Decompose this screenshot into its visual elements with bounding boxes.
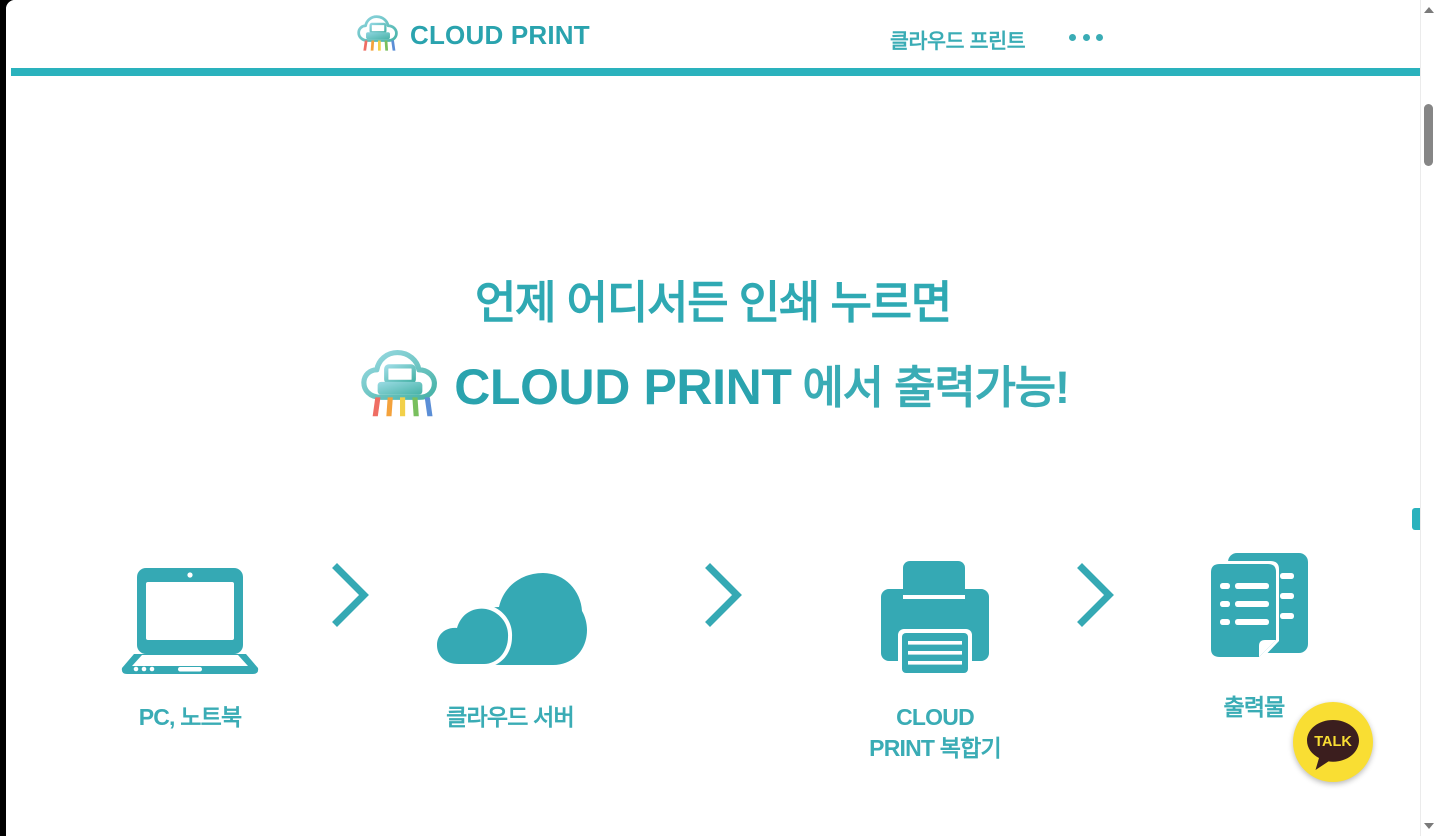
flow-step-label: CLOUD PRINT 복합기: [835, 702, 1035, 764]
kakaotalk-label: TALK: [1314, 734, 1352, 750]
page-content: CLOUD PRINT 클라우드 프린트 언제 어디서든 인쇄 누르면 CLOU…: [6, 0, 1420, 836]
laptop-icon: [121, 568, 259, 674]
more-dot: [1069, 33, 1076, 41]
flow-step-art: [90, 556, 290, 684]
scrollbar-thumb[interactable]: [1424, 104, 1433, 166]
flow-step-art: [835, 556, 1035, 684]
flow-step-label: 클라우드 서버: [446, 704, 575, 730]
site-header: CLOUD PRINT 클라우드 프린트: [6, 0, 1420, 68]
documents-icon: [1208, 553, 1308, 661]
headline-brand: CLOUD PRINT: [454, 359, 792, 415]
side-tab-stub[interactable]: [1412, 508, 1420, 530]
site-logo[interactable]: CLOUD PRINT: [355, 12, 590, 58]
kakaotalk-chat-button[interactable]: TALK: [1293, 702, 1373, 782]
chevron-right-icon: [1077, 563, 1114, 627]
flow-step-label: PC, 노트북: [138, 704, 242, 730]
flow-step-pc: PC, 노트북: [90, 556, 290, 733]
chevron-right-icon: [705, 563, 742, 627]
cloud-printer-logo-icon: [361, 350, 438, 417]
headline-line-2-suffix: 에서 출력가능!: [802, 361, 1069, 413]
hero-section: 언제 어디서든 인쇄 누르면 CLOUD PRINT 에서 출력가능! PC, …: [6, 76, 1420, 836]
kakaotalk-icon: TALK: [1307, 720, 1359, 770]
more-menu-icon[interactable]: [1069, 28, 1103, 46]
cloud-icon: [433, 573, 587, 667]
nav-item-cloud-print[interactable]: 클라우드 프린트: [890, 24, 1026, 54]
scroll-up-arrow-icon[interactable]: [1424, 7, 1434, 13]
chevron-right-icon: [332, 563, 369, 627]
logo-wordmark: CLOUD PRINT: [410, 19, 590, 50]
more-dot: [1096, 33, 1103, 41]
flow-step-label-line-1: CLOUD: [896, 704, 975, 730]
header-accent-bar: [11, 68, 1420, 76]
headline-line-1: 언제 어디서든 인쇄 누르면: [474, 277, 952, 328]
hero-headline: 언제 어디서든 인쇄 누르면 CLOUD PRINT 에서 출력가능!: [6, 280, 1420, 430]
flow-step-art: [410, 556, 610, 684]
browser-viewport: CLOUD PRINT 클라우드 프린트 언제 어디서든 인쇄 누르면 CLOU…: [0, 0, 1436, 836]
flow-step-label-line-2: PRINT 복합기: [869, 735, 1001, 762]
flow-step-art: [1154, 546, 1354, 674]
headline-line-2: CLOUD PRINT 에서 출력가능!: [6, 344, 1420, 430]
cloud-printer-logo-icon: [357, 15, 398, 51]
vertical-scrollbar[interactable]: [1420, 0, 1436, 836]
flow-step-cloud-server: 클라우드 서버: [410, 556, 610, 733]
flow-step-cloud-print-copier: CLOUD PRINT 복합기: [835, 556, 1035, 764]
process-flow-diagram: PC, 노트북 클라우드 서버 CLOUD PRINT 복합기 출력물: [6, 534, 1420, 784]
scroll-down-arrow-icon[interactable]: [1424, 823, 1434, 829]
more-dot: [1082, 33, 1090, 41]
flow-step-output: 출력물: [1154, 546, 1354, 723]
printer-icon: [881, 561, 989, 677]
